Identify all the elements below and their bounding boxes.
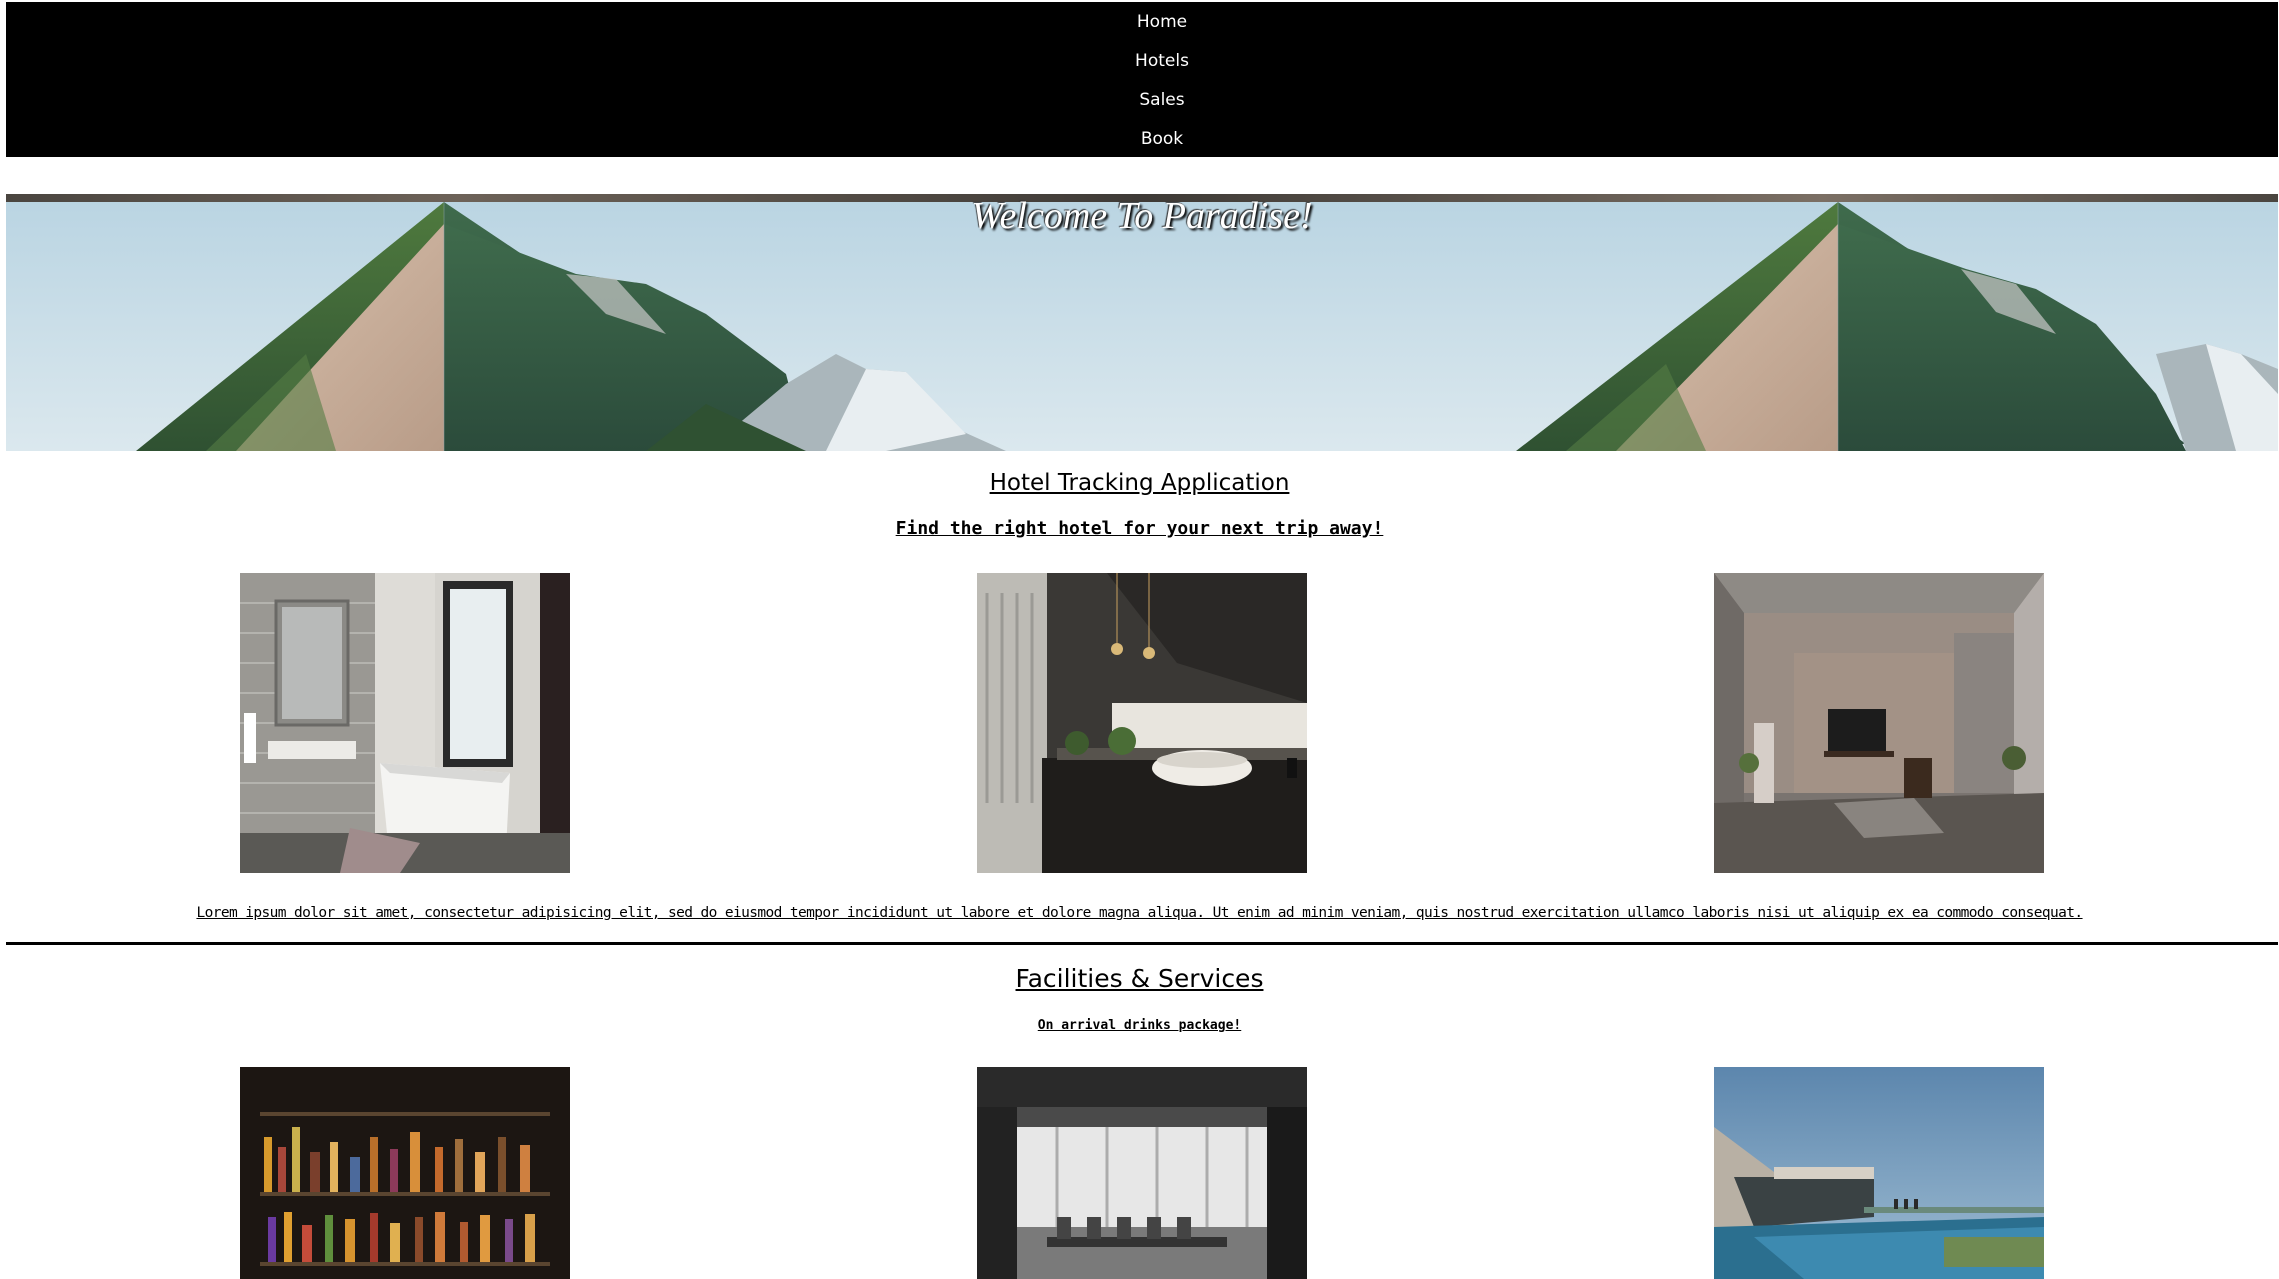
intro-description: Lorem ipsum dolor sit amet, consectetur … (196, 905, 2083, 921)
washbasin-photo-icon (977, 573, 1307, 873)
facilities-title: Facilities & Services (1015, 964, 1264, 993)
hero-banner: Welcome To Paradise! (6, 194, 2278, 451)
bathroom-image (240, 573, 570, 873)
meeting-room-photo-icon (977, 1067, 1307, 1279)
app-subtitle: Find the right hotel for your next trip … (895, 518, 1384, 539)
top-navigation: Home Hotels Sales Book (6, 2, 2278, 157)
living-room-image (1714, 573, 2044, 873)
infinity-pool-image (1714, 1067, 2044, 1279)
nav-link-hotels[interactable]: Hotels (6, 51, 2278, 71)
facilities-subtitle: On arrival drinks package! (1037, 1018, 1242, 1033)
living-room-photo-icon (1714, 573, 2044, 873)
bar-photo-icon (240, 1067, 570, 1279)
bathroom-photo-icon (240, 573, 570, 873)
nav-link-home[interactable]: Home (6, 12, 2278, 32)
meeting-room-image (977, 1067, 1307, 1279)
page: Home Hotels Sales Book Welcome To Paradi… (0, 0, 2279, 1279)
hero-title: Welcome To Paradise! (971, 195, 1313, 237)
app-title: Hotel Tracking Application (989, 470, 1290, 496)
washbasin-image (977, 573, 1307, 873)
pool-photo-icon (1714, 1067, 2044, 1279)
nav-link-book[interactable]: Book (6, 129, 2278, 149)
nav-link-sales[interactable]: Sales (6, 90, 2278, 110)
section-divider (6, 942, 2278, 945)
bar-image (240, 1067, 570, 1279)
